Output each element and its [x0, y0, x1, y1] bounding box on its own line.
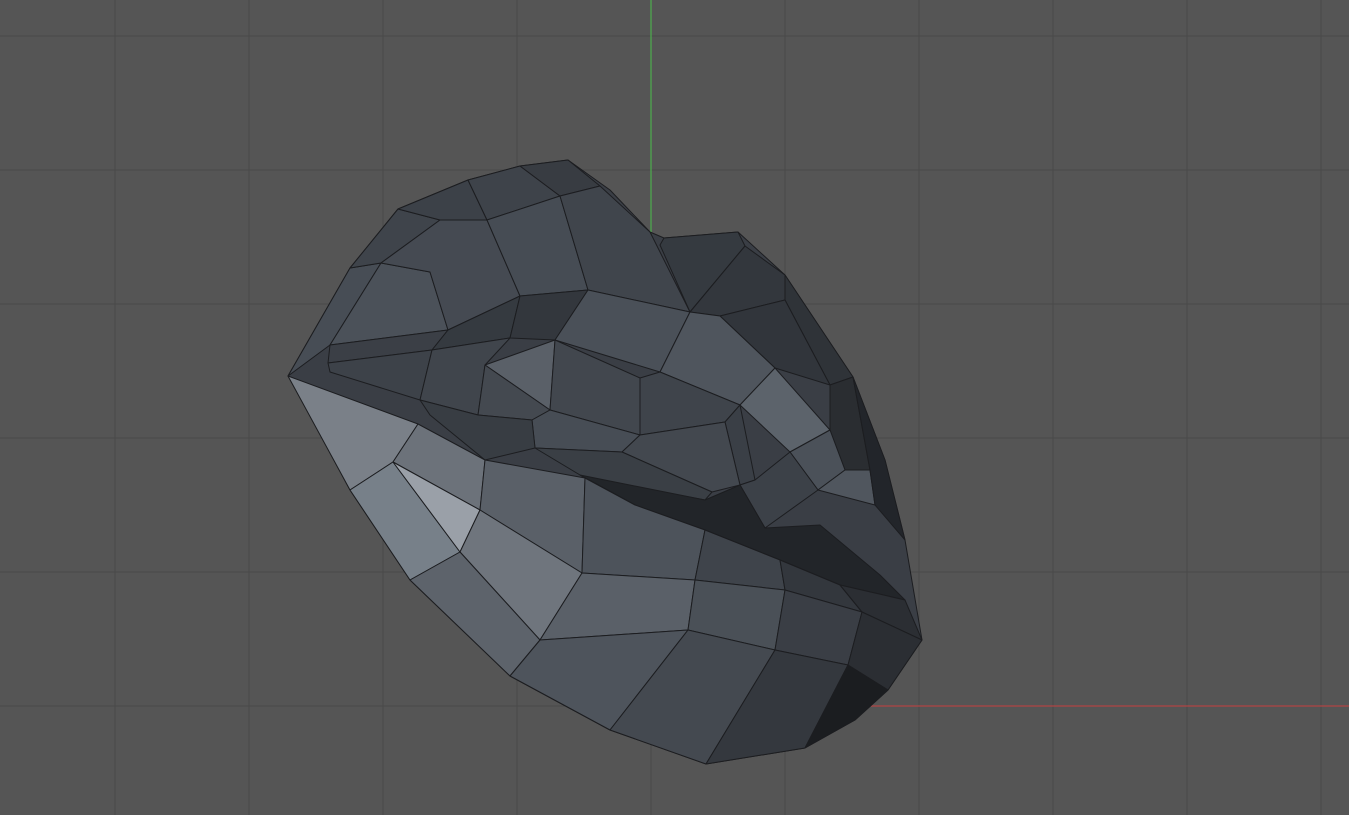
3d-viewport[interactable]: [0, 0, 1349, 815]
viewport-canvas[interactable]: [0, 0, 1349, 815]
